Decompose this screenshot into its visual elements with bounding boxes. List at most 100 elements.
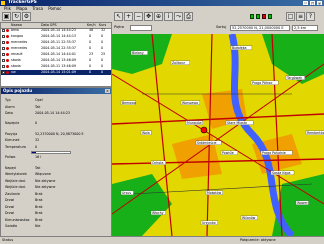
vehicle-status-icon	[6, 47, 9, 50]
dialog-field-value: 0	[35, 121, 38, 126]
info-icon[interactable]: i	[164, 12, 173, 21]
power-indicator-icon	[268, 14, 272, 19]
dialog-field-value: 2004-05-14 14:44:23	[35, 111, 71, 115]
vehicle-name: renault	[11, 52, 23, 56]
vehicle-row[interactable]: renault 2004-05-14 14:44:01 23 25	[1, 52, 111, 57]
vehicle-checkbox[interactable]	[2, 53, 5, 56]
minimize-button[interactable]: _	[303, 1, 308, 6]
help-icon[interactable]: ?	[306, 12, 315, 21]
vehicle-checkbox[interactable]	[2, 71, 5, 74]
zoom-in-icon[interactable]: +	[124, 12, 133, 21]
map-label: Praga Północ	[252, 81, 273, 85]
dialog-field-label: Wejście dod.	[5, 185, 26, 190]
fullscreen-icon[interactable]: □	[286, 12, 295, 21]
vehicle-date: 2004-05-14 15:01:09	[41, 70, 77, 74]
vehicle-row[interactable]: bmw 2004-05-14 14:44:23 48 32	[1, 28, 111, 33]
vehicle-name: vw	[11, 70, 16, 74]
dialog-field-value: Brak	[35, 217, 43, 222]
vehicle-status-icon	[6, 65, 9, 68]
vehicle-checkbox[interactable]	[2, 41, 5, 44]
dialog-field-row: Data 2004-05-14 14:44:23	[5, 111, 109, 116]
settings-icon[interactable]: ⚙	[22, 12, 31, 21]
vehicle-course: 25	[101, 52, 106, 56]
dialog-field-label: Wentylatorek	[5, 172, 27, 177]
dialog-field-label: Napięcie	[5, 121, 20, 126]
dialog-field-label: Kierunkowskaz	[5, 217, 30, 222]
dialog-field-row: Światła Nie	[5, 224, 109, 229]
vehicle-speed: 0	[89, 64, 92, 68]
temperature-progress-bar	[31, 150, 71, 154]
vehicle-name: mercedes	[11, 40, 28, 44]
dialog-field-value: Włączone	[35, 172, 51, 177]
vehicle-checkbox[interactable]	[2, 29, 5, 32]
dialog-field-row: Napięcie 0	[5, 121, 109, 126]
measure-icon[interactable]: ⊕	[154, 12, 163, 21]
route-icon[interactable]: ⤳	[174, 12, 183, 21]
dialog-field-label: Paliwo	[5, 155, 16, 160]
dialog-field-value: Brak	[35, 204, 43, 209]
vehicle-row[interactable]: vw 2004-05-14 15:01:09 0 0	[1, 70, 111, 75]
vehicle-marker-icon[interactable]	[200, 126, 208, 134]
vehicle-name: skoda	[11, 64, 21, 68]
vehicle-row[interactable]: mercedes 2004-05-14 22:35:37 0 0	[1, 46, 111, 51]
map-label: Warszawa	[182, 101, 198, 105]
map-label: Mokotów	[207, 191, 222, 195]
pointer-icon[interactable]: ↖	[114, 12, 123, 21]
vehicle-status-icon	[6, 29, 9, 32]
coords-field[interactable]: 52,2570000 N, 21,0000000 E	[230, 25, 290, 31]
map-label: Bemowo	[122, 101, 136, 105]
vehicle-course: 0	[101, 34, 104, 38]
vehicle-row[interactable]: skoda 2004-05-14 13:46:09 0 0	[1, 58, 111, 63]
dialog-field-value: Opel	[35, 98, 43, 102]
map-label: Muranów	[187, 121, 202, 125]
dialog-field-label: Data	[5, 111, 13, 115]
pan-icon[interactable]: ✥	[144, 12, 153, 21]
vehicle-speed: 0	[89, 34, 92, 38]
map-label: Saska Kępa	[272, 171, 290, 175]
map-label: Ursynów	[202, 221, 216, 225]
dialog-close-button[interactable]: ×	[105, 89, 110, 93]
vehicle-row[interactable]: kangoo 2004-05-14 14:44:13 0 0	[1, 34, 111, 39]
vehicle-row[interactable]: mercedes 2004-05-11 22:35:37 0 0	[1, 40, 111, 45]
vehicle-date: 2004-05-14 14:44:01	[41, 52, 77, 56]
dialog-field-label: Napęd	[5, 165, 16, 170]
vehicle-date: 2004-05-14 14:44:23	[41, 28, 77, 32]
maximize-button[interactable]: □	[310, 1, 315, 6]
zoom-out-icon[interactable]: −	[134, 12, 143, 21]
dialog-field-label: Alarm	[5, 104, 15, 109]
dialog-field-row: Napęd Tak	[5, 166, 109, 171]
map-canvas[interactable]: Warszawa Praga Północ Wola Śródmieście Mokot…	[112, 34, 324, 236]
vehicle-list: Nazwa Data GPS Km/h Kurs bmw 2004-05-14 1…	[0, 22, 112, 87]
map-label: Powiśle	[222, 151, 234, 155]
vehicle-speed: 0	[89, 58, 92, 62]
vehicle-name: bmw	[11, 28, 20, 32]
close-button[interactable]: ×	[317, 1, 322, 6]
print-icon[interactable]: ⎙	[184, 12, 193, 21]
dialog-field-row: Pozycja 52,2370000 N, 20,9873000 E	[5, 132, 109, 137]
dialog-field-label: Drzwi	[5, 198, 15, 203]
vehicle-checkbox[interactable]	[2, 35, 5, 38]
floor-select[interactable]	[130, 25, 152, 31]
vehicle-checkbox[interactable]	[2, 47, 5, 50]
dialog-field-row: Wejście dod. Nie aktywne	[5, 185, 109, 190]
distance-field[interactable]: 2,5 km	[292, 25, 318, 31]
open-icon[interactable]: ▣	[2, 12, 11, 21]
app-icon	[1, 1, 5, 5]
map-view[interactable]: Warszawa Praga Północ Wola Śródmieście Mokot…	[112, 34, 324, 236]
vehicle-course: 0	[101, 58, 104, 62]
vehicle-speed: 48	[89, 28, 94, 32]
vehicle-checkbox[interactable]	[2, 59, 5, 62]
dialog-field-label: Światła	[5, 224, 17, 229]
refresh-icon[interactable]: ↻	[12, 12, 21, 21]
layers-icon[interactable]: ≡	[296, 12, 305, 21]
progress-fill	[32, 151, 36, 153]
vehicle-row[interactable]: skoda 2004-05-11 13:46:09 0 0	[1, 64, 111, 69]
map-label: Włochy	[152, 211, 164, 215]
dialog-field-row: Drzwi Brak	[5, 198, 109, 203]
gps-indicator-icon	[250, 14, 254, 19]
map-label: Targówek	[286, 76, 302, 80]
vehicle-speed: 0	[89, 46, 92, 50]
dialog-field-label: Kierunek	[5, 138, 20, 143]
dialog-field-row: Zasilanie Brak	[5, 192, 109, 197]
vehicle-checkbox[interactable]	[2, 65, 5, 68]
